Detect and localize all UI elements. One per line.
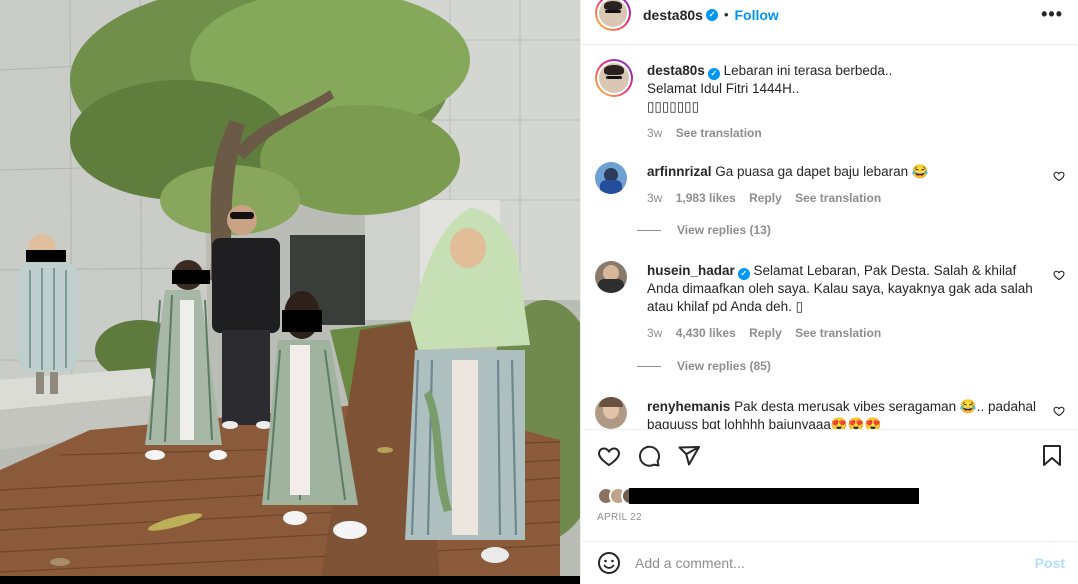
comment-item: renyhemanis Pak desta merusak vibes sera…: [595, 397, 1065, 429]
caption-line-2: Selamat Idul Fitri 1444H..: [647, 81, 800, 96]
comments-scroll-area[interactable]: desta80s ✓ Lebaran ini terasa berbeda.. S…: [581, 44, 1078, 429]
caption-time: 3w: [647, 126, 663, 140]
heart-icon[interactable]: [597, 444, 621, 468]
commenter-avatar[interactable]: [595, 261, 627, 293]
emoji-icon[interactable]: [597, 551, 621, 575]
header-separator: •: [723, 7, 729, 22]
post-header: desta80s ✓ • Follow •••: [581, 0, 1078, 31]
caption-username[interactable]: desta80s: [647, 63, 705, 78]
commenter-username[interactable]: renyhemanis: [647, 399, 730, 414]
commenter-username[interactable]: arfinnrizal: [647, 164, 712, 179]
caption-line-3: ▯▯▯▯▯▯▯: [647, 99, 700, 114]
post-image: [0, 0, 580, 584]
comment-time: 3w: [647, 191, 663, 205]
add-comment-bar: Post: [581, 541, 1078, 584]
replies-line: [637, 229, 661, 231]
photo-bottom-border: [0, 576, 580, 584]
actions-divider: [581, 429, 1078, 430]
post-side-panel: desta80s ✓ • Follow ••• desta80s ✓ Lebara…: [580, 0, 1078, 584]
heart-icon[interactable]: [1053, 269, 1065, 281]
comment-likes[interactable]: 1,983 likes: [676, 191, 736, 205]
follow-button[interactable]: Follow: [735, 7, 779, 23]
verified-badge-icon: ✓: [737, 268, 750, 280]
comment-time: 3w: [647, 326, 663, 340]
caption: desta80s ✓ Lebaran ini terasa berbeda.. S…: [595, 59, 1065, 140]
reply-button[interactable]: Reply: [749, 191, 782, 205]
caption-avatar[interactable]: [595, 59, 633, 97]
view-replies-button[interactable]: View replies (85): [637, 359, 771, 373]
commenter-avatar[interactable]: [595, 397, 627, 429]
author-avatar[interactable]: [595, 0, 631, 31]
comment-icon[interactable]: [637, 444, 661, 468]
see-translation-button[interactable]: See translation: [795, 326, 881, 340]
caption-see-translation[interactable]: See translation: [676, 126, 762, 140]
censored-likes-bar: [629, 488, 919, 504]
comment-input[interactable]: [635, 555, 1035, 571]
caption-line-1: Lebaran ini terasa berbeda..: [723, 63, 893, 78]
author-username[interactable]: desta80s: [643, 7, 703, 23]
share-icon[interactable]: [677, 444, 701, 468]
verified-badge-icon: ✓: [705, 8, 718, 21]
liked-by-row[interactable]: [597, 487, 919, 505]
see-translation-button[interactable]: See translation: [795, 191, 881, 205]
commenter-avatar[interactable]: [595, 162, 627, 194]
view-replies-label: View replies (13): [677, 223, 771, 237]
heart-icon[interactable]: [1053, 405, 1065, 417]
heart-icon[interactable]: [1053, 170, 1065, 182]
comment-likes[interactable]: 4,430 likes: [676, 326, 736, 340]
replies-line: [637, 365, 661, 367]
commenter-username[interactable]: husein_hadar: [647, 263, 735, 278]
post-date[interactable]: APRIL 22: [597, 512, 642, 523]
bookmark-icon[interactable]: [1041, 444, 1063, 468]
view-replies-label: View replies (85): [677, 359, 771, 373]
view-replies-button[interactable]: View replies (13): [637, 223, 771, 237]
comment-text: Ga puasa ga dapet baju lebaran 😂: [715, 164, 929, 179]
comment-item: arfinnrizal Ga puasa ga dapet baju lebar…: [595, 162, 1065, 207]
comment-item: husein_hadar ✓ Selamat Lebaran, Pak Desta…: [595, 261, 1065, 343]
reply-button[interactable]: Reply: [749, 326, 782, 340]
post-photo[interactable]: [0, 0, 580, 584]
post-comment-button[interactable]: Post: [1035, 555, 1065, 571]
post-actions: [597, 444, 1067, 470]
more-options-icon[interactable]: •••: [1041, 4, 1063, 25]
verified-badge-icon: ✓: [707, 68, 720, 80]
